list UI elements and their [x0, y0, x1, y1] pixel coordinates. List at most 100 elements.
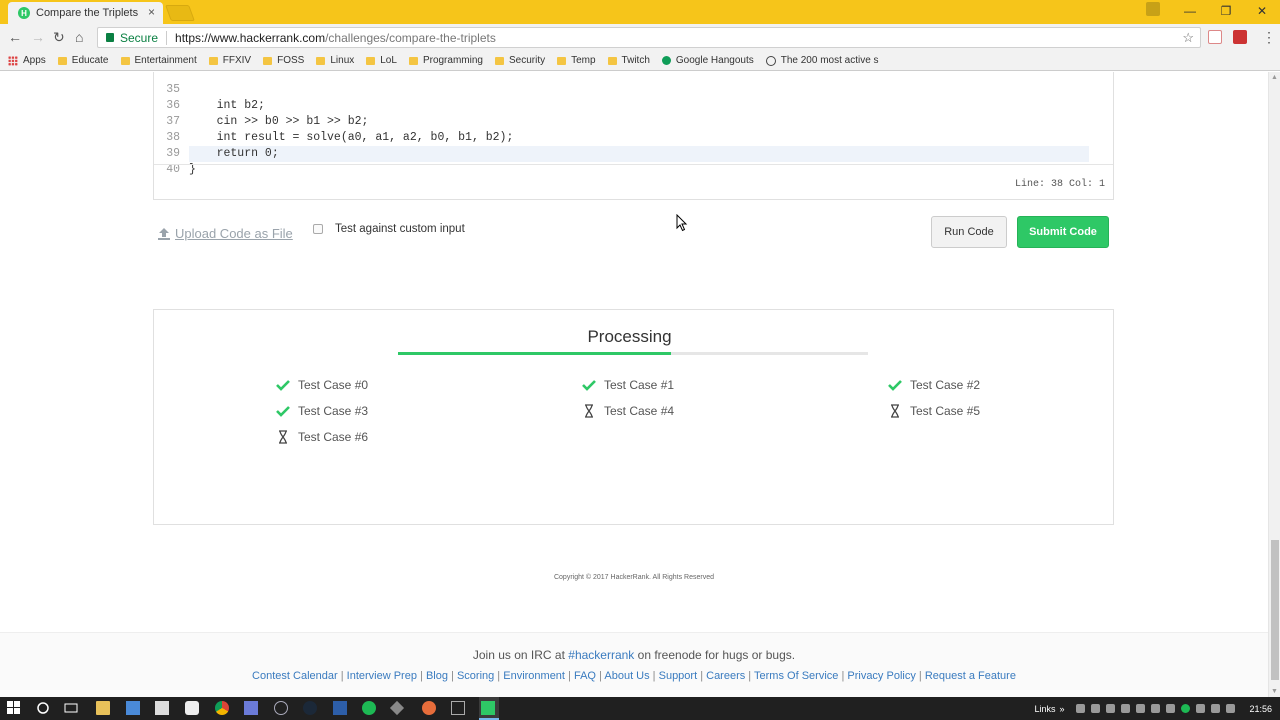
scroll-up-arrow-icon[interactable]: ▲ [1271, 74, 1278, 81]
custom-input-option[interactable]: Test against custom input [313, 223, 465, 235]
bookmark-label: Google Hangouts [675, 55, 754, 66]
task-view-icon[interactable] [64, 701, 78, 715]
hourglass-icon [276, 430, 290, 444]
bookmark-folder[interactable]: Programming [408, 55, 483, 66]
bookmark-folder[interactable]: Educate [57, 55, 109, 66]
code-line-active: 38 return 0; [154, 114, 1113, 162]
new-tab-button[interactable] [165, 5, 195, 21]
test-case-label: Test Case #4 [604, 404, 675, 418]
tray-app-icon[interactable] [1091, 704, 1101, 713]
app-icon[interactable] [333, 701, 347, 715]
page-scrollbar[interactable]: ▲ ▼ [1268, 72, 1280, 697]
upload-code-link[interactable]: Upload Code as File [157, 226, 293, 241]
tab-title: Compare the Triplets | Al [36, 7, 140, 19]
spotify-icon[interactable] [362, 701, 376, 715]
bookmark-folder[interactable]: LoL [366, 55, 397, 66]
tray-app-icon[interactable] [1151, 704, 1161, 713]
reload-icon[interactable]: ↻ [53, 29, 65, 46]
bookmark-folder[interactable]: Entertainment [120, 55, 197, 66]
windows-start-icon[interactable] [7, 701, 21, 715]
test-case-label: Test Case #3 [298, 404, 369, 418]
app-icon[interactable] [244, 701, 258, 715]
app-icon[interactable] [126, 701, 140, 715]
volume-icon[interactable] [1226, 704, 1236, 713]
footer-link[interactable]: Interview Prep [347, 670, 417, 682]
footer-link[interactable]: Blog [426, 670, 448, 682]
scroll-thumb[interactable] [1271, 540, 1279, 680]
custom-input-checkbox[interactable] [313, 224, 323, 234]
footer-link[interactable]: Careers [706, 670, 745, 682]
url-host: https://www.hackerrank.com [175, 30, 326, 45]
forward-arrow-icon[interactable]: → [31, 29, 45, 45]
chevron-right-icon[interactable]: » [1059, 704, 1064, 714]
bookmark-folder[interactable]: Security [494, 55, 545, 66]
app-icon[interactable] [389, 700, 405, 716]
search-circle-icon[interactable] [36, 701, 50, 715]
bookmark-github[interactable]: The 200 most active s [765, 55, 879, 66]
steam-icon[interactable] [303, 701, 317, 715]
hackerrank-favicon-icon: H [18, 7, 30, 19]
browser-tab[interactable]: H Compare the Triplets | Al × [8, 2, 163, 24]
footer-link[interactable]: Terms Of Service [754, 670, 838, 682]
extension-icon[interactable] [1208, 30, 1222, 44]
clock[interactable]: 21:56 [1249, 704, 1272, 714]
back-arrow-icon[interactable]: ← [8, 29, 22, 45]
bookmark-apps[interactable]: Apps [8, 55, 46, 66]
restore-button[interactable]: ❐ [1208, 0, 1244, 22]
code-editor[interactable]: 35 int b2; 36 cin >> b0 >> b1 >> b2; 37 … [153, 72, 1114, 200]
bookmark-folder[interactable]: Twitch [607, 55, 650, 66]
extension-mail-icon[interactable] [1233, 30, 1247, 44]
run-code-button[interactable]: Run Code [931, 216, 1007, 248]
submit-code-button[interactable]: Submit Code [1017, 216, 1109, 248]
bookmark-hangouts[interactable]: Google Hangouts [661, 55, 754, 66]
footer-link[interactable]: FAQ [574, 670, 596, 682]
secure-label: Secure [120, 30, 159, 45]
footer-link[interactable]: Privacy Policy [847, 670, 915, 682]
check-icon [276, 404, 290, 418]
footer-link[interactable]: About Us [604, 670, 649, 682]
tray-app-icon[interactable] [1076, 704, 1086, 713]
app-icon[interactable] [274, 701, 288, 715]
url-bar[interactable]: Secure https://www.hackerrank.com /chall… [97, 27, 1201, 48]
editor-status-bar: Line: 38 Col: 1 [154, 164, 1113, 200]
windows-taskbar: Links » 21:56 [0, 697, 1280, 720]
bookmark-folder[interactable]: FFXIV [208, 55, 251, 66]
chrome-icon[interactable] [215, 701, 229, 715]
footer-link[interactable]: Environment [503, 670, 565, 682]
footer-link[interactable]: Request a Feature [925, 670, 1016, 682]
footer-link[interactable]: Support [659, 670, 698, 682]
tray-app-icon[interactable] [1106, 704, 1116, 713]
folder-icon [316, 56, 326, 65]
bookmark-folder[interactable]: Linux [316, 55, 354, 66]
code-line: 40 [154, 146, 1113, 176]
tray-app-icon[interactable] [1136, 704, 1146, 713]
file-explorer-icon[interactable] [96, 701, 110, 715]
bookmark-star-icon[interactable]: ☆ [1182, 30, 1194, 46]
keyboard-icon[interactable] [1211, 704, 1221, 713]
footer-link[interactable]: Scoring [457, 670, 494, 682]
footer-link[interactable]: Contest Calendar [252, 670, 338, 682]
scroll-down-arrow-icon[interactable]: ▼ [1271, 688, 1278, 695]
bookmark-folder[interactable]: FOSS [263, 55, 304, 66]
code-area[interactable]: 35 int b2; 36 cin >> b0 >> b1 >> b2; 37 … [154, 72, 1113, 176]
app-icon[interactable] [422, 701, 436, 715]
minimize-button[interactable]: — [1172, 0, 1208, 22]
profile-icon[interactable] [1146, 2, 1160, 16]
check-icon [582, 378, 596, 392]
irc-channel-link[interactable]: #hackerrank [568, 648, 634, 662]
spotify-tray-icon[interactable] [1181, 704, 1191, 713]
menu-kebab-icon[interactable]: ⋮ [1262, 29, 1276, 46]
bluetooth-icon[interactable] [1121, 704, 1131, 713]
close-window-button[interactable]: ✕ [1244, 0, 1280, 22]
bookmark-folder[interactable]: Temp [557, 55, 596, 66]
hackerrank-taskbar-icon[interactable] [481, 701, 495, 715]
tab-close-icon[interactable]: × [148, 5, 155, 19]
network-icon[interactable] [1196, 704, 1206, 713]
paint-icon[interactable] [185, 701, 199, 715]
notepad-icon[interactable] [155, 701, 169, 715]
home-icon[interactable]: ⌂ [75, 29, 83, 45]
links-toolbar-label[interactable]: Links [1034, 704, 1055, 714]
app-icon[interactable] [451, 701, 465, 715]
tray-app-icon[interactable] [1166, 704, 1176, 713]
folder-icon [494, 56, 504, 65]
